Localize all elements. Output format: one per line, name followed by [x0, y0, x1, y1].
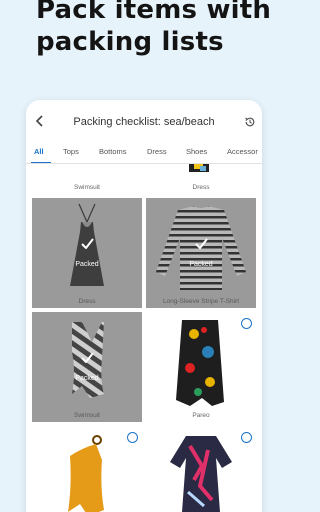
- headline-line-2: packing lists: [36, 27, 224, 57]
- items-grid: Swimsuit Dress Packed Dress Packed Long-…: [26, 164, 262, 512]
- striped-longsleeve-image: [156, 206, 246, 290]
- select-checkbox[interactable]: [241, 318, 252, 329]
- page-title: Packing checklist: sea/beach: [73, 116, 215, 128]
- packed-status: Packed: [75, 375, 99, 382]
- partial-dress-thumbnail[interactable]: [186, 164, 212, 176]
- back-arrow-icon[interactable]: [33, 114, 47, 128]
- app-bar: Packing checklist: sea/beach: [26, 100, 262, 142]
- packed-check-icon: [195, 238, 208, 249]
- tab-accessories[interactable]: Accessor: [227, 147, 258, 156]
- category-tabs: All Tops Bottoms Dress Shoes Accessor: [26, 142, 262, 164]
- tab-all[interactable]: All: [34, 147, 44, 156]
- history-icon[interactable]: [244, 116, 256, 128]
- item-card-stripe-tshirt[interactable]: Packed Long-Sleeve Stripe T-Shirt: [146, 198, 256, 308]
- item-label: Long-Sleeve Stripe T-Shirt: [162, 298, 240, 305]
- packed-status: Packed: [75, 261, 99, 268]
- partial-swimsuit-label: Swimsuit: [73, 184, 100, 191]
- printed-pareo-image: [176, 320, 224, 406]
- printed-dress-image: [170, 436, 232, 512]
- item-card-yellow-swimsuit[interactable]: [32, 426, 142, 512]
- select-checkbox[interactable]: [127, 432, 138, 443]
- packed-check-icon: [81, 238, 94, 249]
- tab-dress[interactable]: Dress: [147, 147, 167, 156]
- item-label: Swimsuit: [73, 412, 100, 419]
- item-card-printed-dress[interactable]: [146, 426, 256, 512]
- phone-screen: Packing checklist: sea/beach All Tops Bo…: [26, 100, 262, 512]
- packed-check-icon: [81, 352, 94, 363]
- halter-dress-image: [70, 203, 104, 286]
- partial-dress-label: Dress: [192, 184, 210, 191]
- item-label: Pareo: [192, 412, 210, 419]
- striped-swimsuit-image: [72, 322, 104, 398]
- select-checkbox[interactable]: [241, 432, 252, 443]
- packed-status: Packed: [189, 261, 213, 268]
- item-label: Dress: [78, 298, 96, 305]
- item-card-dress[interactable]: Packed Dress: [32, 198, 142, 308]
- headline-line-1: Pack items with: [36, 0, 272, 25]
- item-card-swimsuit[interactable]: Packed Swimsuit: [32, 312, 142, 422]
- yellow-swimsuit-image: [68, 435, 104, 512]
- headline: Pack items with packing lists: [36, 0, 276, 58]
- item-card-pareo[interactable]: Pareo: [146, 312, 256, 422]
- tab-tops[interactable]: Tops: [63, 147, 79, 156]
- tab-shoes[interactable]: Shoes: [186, 147, 207, 156]
- tab-bottoms[interactable]: Bottoms: [99, 147, 127, 156]
